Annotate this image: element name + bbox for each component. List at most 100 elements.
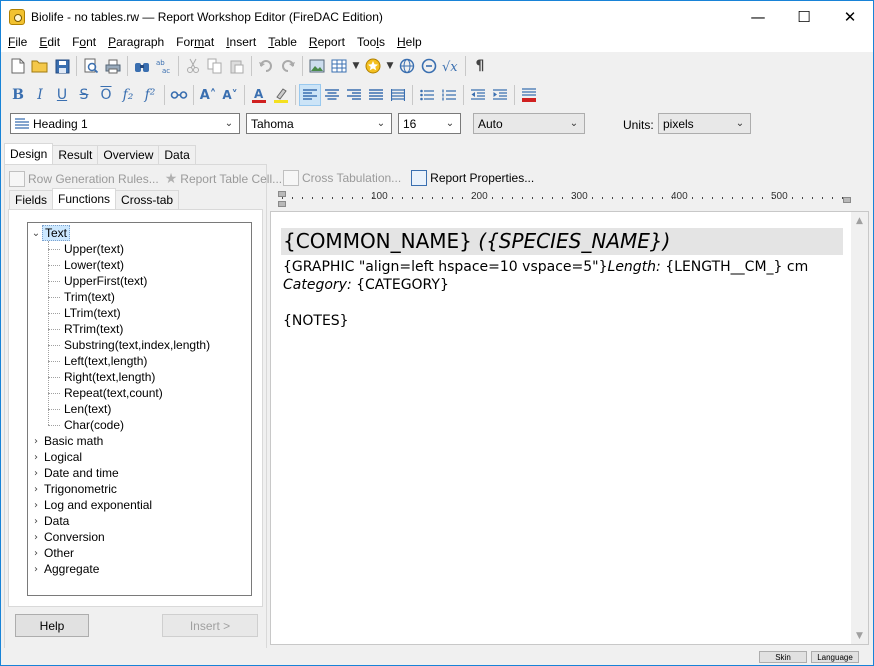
vertical-scrollbar[interactable]: ▲ ▼ (851, 212, 868, 644)
open-folder-icon[interactable] (29, 55, 51, 77)
tab-design[interactable]: Design (4, 143, 54, 164)
numbering-icon[interactable] (438, 84, 460, 106)
tree-function-item[interactable]: Right(text,length) (62, 369, 157, 385)
tree-node-basic-math[interactable]: › Basic math (30, 433, 105, 449)
print-icon[interactable] (102, 55, 124, 77)
menu-edit[interactable]: Edit (32, 35, 65, 49)
find-icon[interactable] (131, 55, 153, 77)
tree-function-item[interactable]: LTrim(text) (62, 305, 123, 321)
print-preview-icon[interactable] (80, 55, 102, 77)
menu-paragraph[interactable]: Paragraph (101, 35, 169, 49)
menu-font[interactable]: Font (65, 35, 101, 49)
tree-node-text[interactable]: ⌄ Text (30, 225, 71, 241)
tree-node-trigonometric[interactable]: › Trigonometric (30, 481, 119, 497)
species-name-field[interactable]: ({SPECIES_NAME}) (478, 229, 670, 253)
chevron-right-icon[interactable]: › (30, 449, 42, 465)
notes-field[interactable]: {NOTES} (283, 313, 349, 329)
menu-insert[interactable]: Insert (219, 35, 261, 49)
insert-button[interactable]: Insert > (162, 614, 258, 637)
shrink-font-button[interactable]: A˅ (219, 84, 241, 106)
tree-node-aggregate[interactable]: › Aggregate (30, 561, 101, 577)
functions-tree[interactable]: ⌄ Text Upper(text) Lower(text) UpperFirst(te… (27, 222, 252, 596)
redo-icon[interactable] (277, 55, 299, 77)
common-name-field[interactable]: {COMMON_NAME} (283, 229, 472, 253)
replace-icon[interactable]: ab ac (153, 55, 175, 77)
scroll-down-icon[interactable]: ▼ (851, 627, 868, 644)
menu-format[interactable]: Format (169, 35, 219, 49)
tree-function-item[interactable]: Substring(text,index,length) (62, 337, 212, 353)
menu-table[interactable]: Table (261, 35, 302, 49)
tree-function-item[interactable]: Repeat(text,count) (62, 385, 165, 401)
minimize-button[interactable]: — (735, 1, 781, 32)
tree-function-item[interactable]: Lower(text) (62, 257, 126, 273)
new-document-icon[interactable] (7, 55, 29, 77)
paragraph-background-icon[interactable] (518, 84, 540, 106)
cross-tabulation-button[interactable]: Cross Tabulation... (283, 170, 401, 186)
scroll-up-icon[interactable]: ▲ (851, 212, 868, 229)
bullets-icon[interactable] (416, 84, 438, 106)
copy-icon[interactable] (204, 55, 226, 77)
tab-fields[interactable]: Fields (9, 190, 54, 209)
chevron-right-icon[interactable]: › (30, 561, 42, 577)
report-editor[interactable]: {COMMON_NAME} ({SPECIES_NAME}) {GRAPHIC … (270, 211, 869, 645)
right-indent-marker[interactable] (843, 197, 851, 203)
tree-function-item[interactable]: Len(text) (62, 401, 113, 417)
underline-button[interactable]: U (51, 84, 73, 106)
font-size-combo[interactable]: 16 ⌄ (398, 113, 461, 134)
menu-tools[interactable]: Tools (350, 35, 390, 49)
menu-help[interactable]: Help (390, 35, 427, 49)
insert-symbol-icon[interactable] (362, 55, 384, 77)
maximize-button[interactable]: ☐ (781, 1, 827, 32)
increase-indent-icon[interactable] (489, 84, 511, 106)
show-special-characters-icon[interactable]: ¶ (469, 55, 491, 77)
grow-font-button[interactable]: A˄ (197, 84, 219, 106)
tree-node-logical[interactable]: › Logical (30, 449, 84, 465)
insert-field-icon[interactable] (418, 55, 440, 77)
report-table-cell-button[interactable]: ★ Report Table Cell... (165, 171, 282, 187)
superscript-button[interactable]: f² (139, 84, 161, 106)
tree-function-item[interactable]: Upper(text) (62, 241, 126, 257)
tree-node-conversion[interactable]: › Conversion (30, 529, 107, 545)
chevron-down-icon[interactable]: ▼ (350, 55, 362, 77)
tree-function-item[interactable]: Trim(text) (62, 289, 117, 305)
skin-button[interactable]: Skin (759, 651, 807, 663)
align-left-icon[interactable] (299, 84, 321, 106)
cut-icon[interactable] (182, 55, 204, 77)
tree-function-item[interactable]: Char(code) (62, 417, 126, 433)
undo-icon[interactable] (255, 55, 277, 77)
tree-node-other[interactable]: › Other (30, 545, 76, 561)
close-button[interactable]: ✕ (827, 1, 873, 32)
insert-formula-icon[interactable]: √x (440, 55, 462, 77)
style-combo[interactable]: Heading 1 ⌄ (10, 113, 240, 134)
font-name-combo[interactable]: Tahoma ⌄ (246, 113, 392, 134)
chevron-right-icon[interactable]: › (30, 433, 42, 449)
menu-file[interactable]: File (1, 35, 32, 49)
chevron-right-icon[interactable]: › (30, 545, 42, 561)
chevron-right-icon[interactable]: › (30, 513, 42, 529)
save-icon[interactable] (51, 55, 73, 77)
hyperlink-icon[interactable] (396, 55, 418, 77)
align-center-icon[interactable] (321, 84, 343, 106)
text-color-icon[interactable]: A (248, 84, 270, 106)
tab-result[interactable]: Result (52, 145, 99, 164)
units-combo[interactable]: pixels ⌄ (658, 113, 751, 134)
chevron-right-icon[interactable]: › (30, 481, 42, 497)
paste-icon[interactable] (226, 55, 248, 77)
tree-function-item[interactable]: RTrim(text) (62, 321, 125, 337)
horizontal-ruler[interactable]: 100 200 300 400 500 (271, 189, 869, 209)
justify-icon[interactable] (365, 84, 387, 106)
tab-data[interactable]: Data (158, 145, 196, 164)
distribute-icon[interactable] (387, 84, 409, 106)
insert-table-icon[interactable] (328, 55, 350, 77)
category-field[interactable]: {CATEGORY} (352, 277, 449, 293)
hidden-text-icon[interactable] (168, 84, 190, 106)
chevron-right-icon[interactable]: › (30, 497, 42, 513)
insert-picture-icon[interactable] (306, 55, 328, 77)
left-indent-marker[interactable] (278, 201, 286, 207)
tab-functions[interactable]: Functions (52, 188, 117, 209)
tree-node-data[interactable]: › Data (30, 513, 71, 529)
strikethrough-button[interactable]: S (73, 84, 95, 106)
highlight-icon[interactable] (270, 84, 292, 106)
tree-function-item[interactable]: UpperFirst(text) (62, 273, 149, 289)
bold-button[interactable]: B (7, 84, 29, 106)
